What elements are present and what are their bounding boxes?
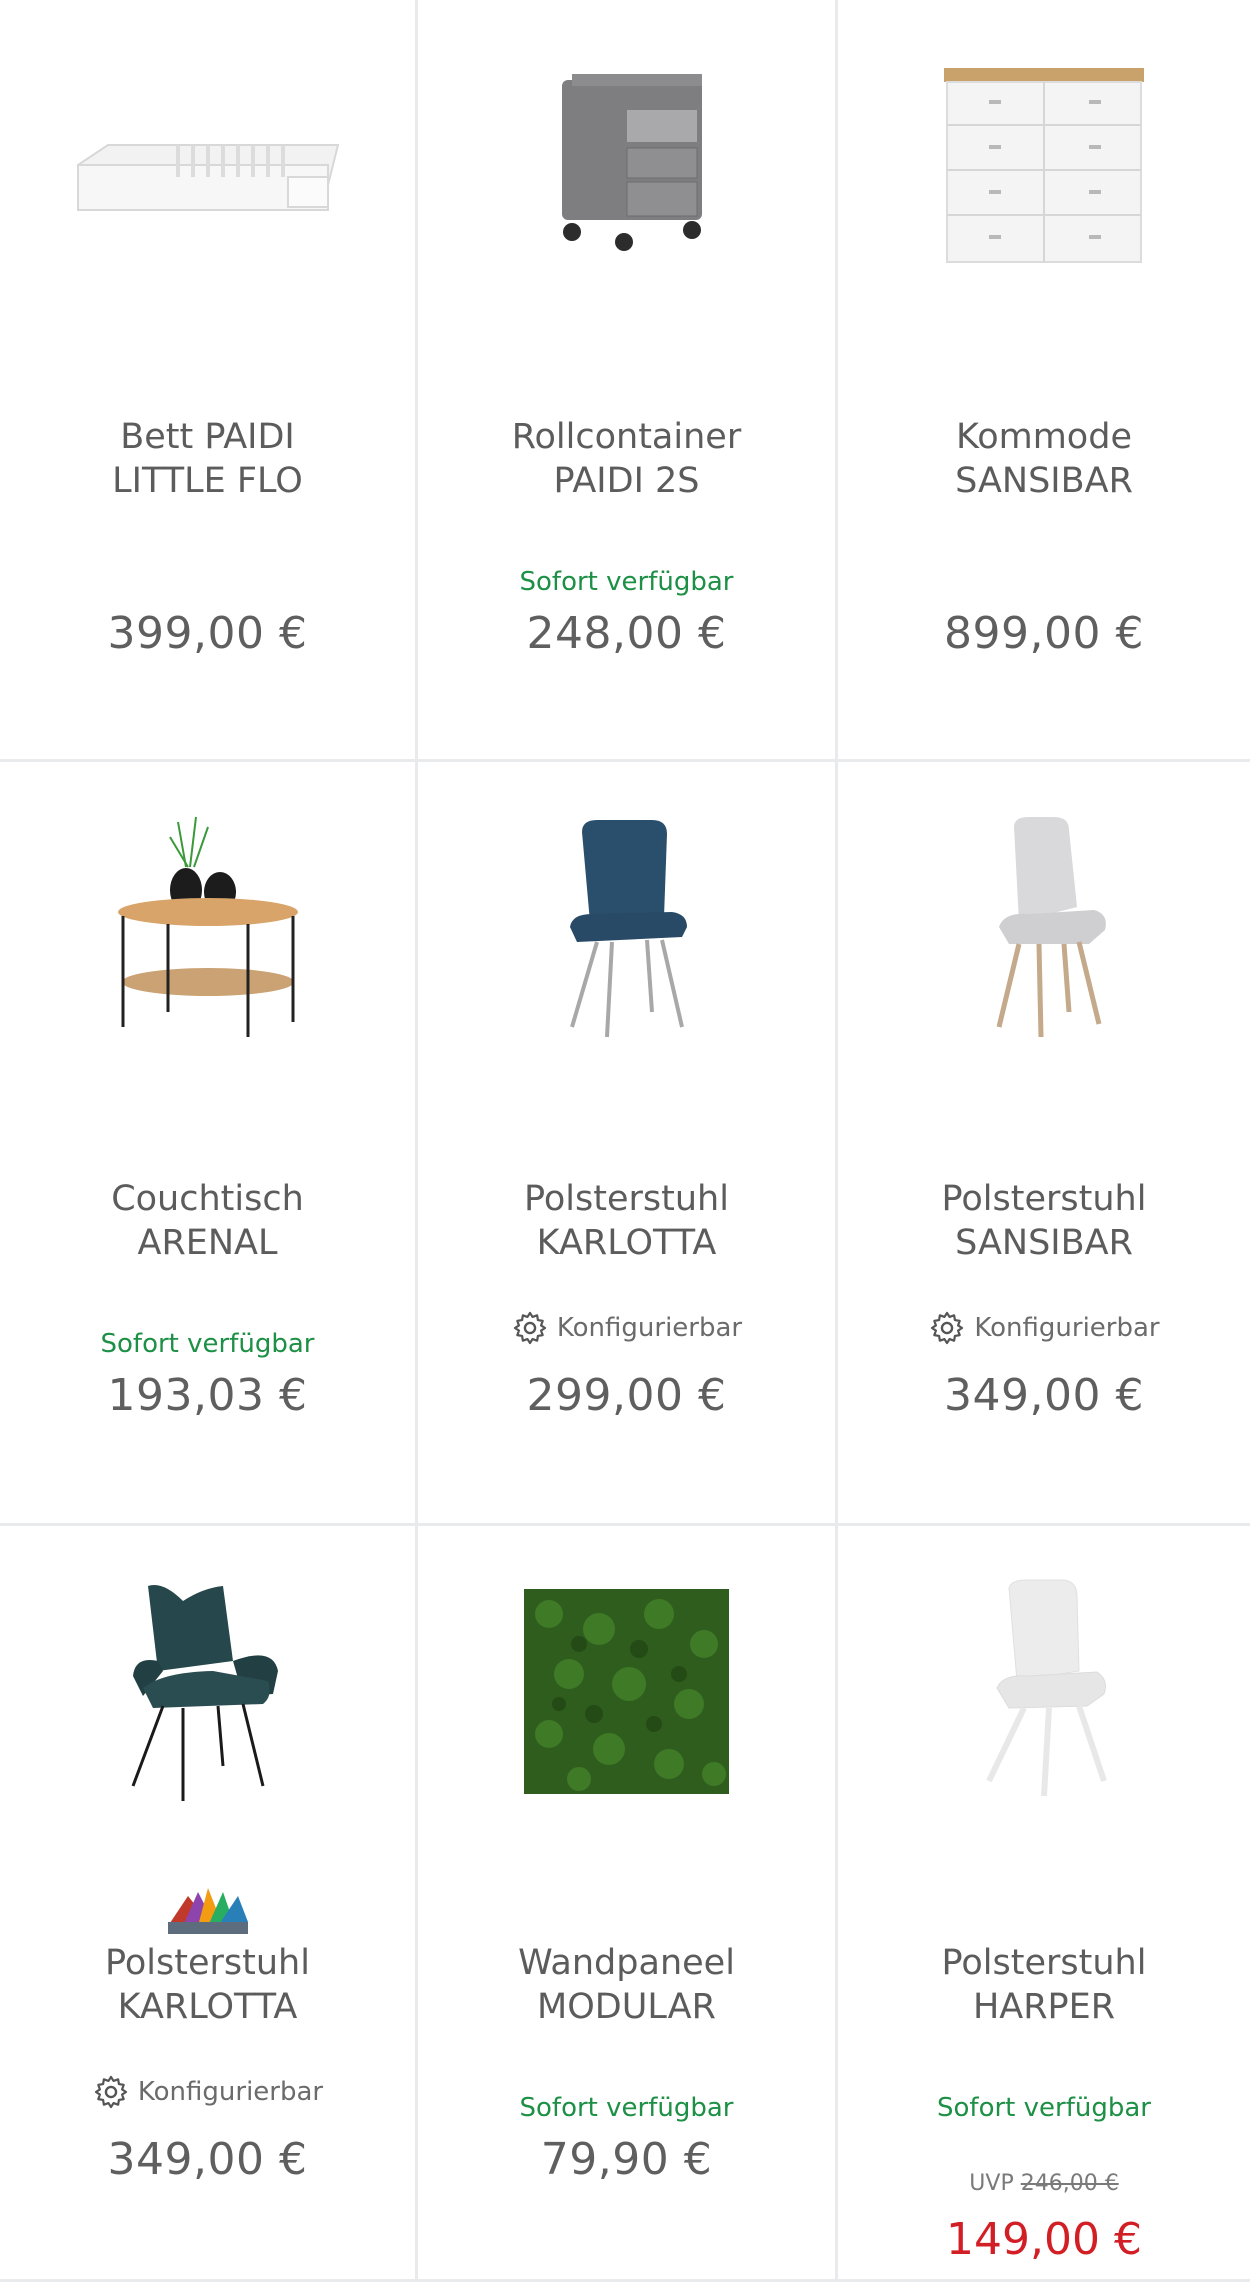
configurable-text: Konfigurierbar	[974, 1313, 1160, 1343]
sale-price: 149,00 €	[946, 2214, 1142, 2265]
product-image[interactable]	[0, 802, 415, 1052]
product-title[interactable]: Polsterstuhl SANSIBAR	[838, 1177, 1250, 1265]
product-image[interactable]	[0, 1566, 415, 1816]
product-name-line1: Polsterstuhl	[524, 1179, 729, 1219]
product-image[interactable]	[418, 40, 835, 290]
product-name-line2: MODULAR	[537, 1987, 716, 2027]
product-name-line1: Rollcontainer	[511, 417, 742, 457]
product-price: 79,90 €	[540, 2134, 713, 2185]
product-image[interactable]	[838, 1566, 1250, 1816]
armchair-icon	[131, 1585, 278, 1801]
product-card[interactable]: Rollcontainer PAIDI 2S Sofort verfügbar …	[418, 0, 838, 762]
product-grid: Bett PAIDI LITTLE FLO 399,00 € Rollconta…	[0, 0, 1250, 2282]
availability-label: Sofort verfügbar	[937, 2093, 1151, 2123]
chair-icon	[996, 817, 1106, 1038]
product-price: 349,00 €	[944, 1370, 1144, 1421]
product-price: 349,00 €	[107, 2134, 308, 2185]
bed-icon	[76, 144, 339, 211]
moss-panel-icon	[524, 1588, 729, 1794]
product-name-line2: KARLOTTA	[536, 1223, 717, 1263]
product-price: 899,00 €	[944, 608, 1144, 659]
product-title[interactable]: Couchtisch ARENAL	[0, 1177, 415, 1265]
product-price: 248,00 €	[526, 608, 727, 659]
product-price: 299,00 €	[526, 1370, 727, 1421]
gear-icon	[94, 2075, 128, 2109]
product-name-line2: KARLOTTA	[117, 1987, 298, 2027]
product-card[interactable]: Bett PAIDI LITTLE FLO 399,00 €	[0, 0, 418, 762]
configurable-label[interactable]: Konfigurierbar	[838, 1309, 1250, 1347]
product-card[interactable]: Couchtisch ARENAL Sofort verfügbar 193,0…	[0, 762, 418, 1526]
product-name-line1: Wandpaneel	[518, 1943, 735, 1983]
product-price: 193,03 €	[107, 1370, 308, 1421]
product-title[interactable]: Polsterstuhl KARLOTTA	[0, 1941, 415, 2029]
uvp-price: UVP 246,00 €	[838, 2171, 1250, 2196]
product-name-line2: SANSIBAR	[955, 1223, 1133, 1263]
product-card[interactable]: Polsterstuhl KARLOTTA Konfigurierbar 299…	[418, 762, 838, 1526]
product-name-line1: Polsterstuhl	[105, 1943, 310, 1983]
product-price: 399,00 €	[107, 608, 308, 659]
product-image[interactable]	[838, 40, 1250, 290]
product-title[interactable]: Kommode SANSIBAR	[838, 415, 1250, 503]
product-title[interactable]: Rollcontainer PAIDI 2S	[418, 415, 835, 503]
product-image[interactable]	[418, 1566, 835, 1816]
configurable-label[interactable]: Konfigurierbar	[0, 2073, 415, 2111]
product-name-line1: Bett PAIDI	[120, 417, 295, 457]
product-image[interactable]	[418, 802, 835, 1052]
product-title[interactable]: Bett PAIDI LITTLE FLO	[0, 415, 415, 503]
product-card[interactable]: Polsterstuhl HARPER Sofort verfügbar UVP…	[838, 1526, 1250, 2282]
product-title[interactable]: Wandpaneel MODULAR	[418, 1941, 835, 2029]
product-card[interactable]: Kommode SANSIBAR 899,00 €	[838, 0, 1250, 762]
configurable-label[interactable]: Konfigurierbar	[418, 1309, 835, 1347]
availability-label: Sofort verfügbar	[100, 1329, 315, 1359]
dresser-icon	[944, 68, 1144, 263]
product-image[interactable]	[0, 40, 415, 290]
product-name-line2: ARENAL	[137, 1223, 278, 1263]
product-card[interactable]: Wandpaneel MODULAR Sofort verfügbar 79,9…	[418, 1526, 838, 2282]
chair-icon	[986, 1579, 1107, 1797]
product-card[interactable]: Polsterstuhl SANSIBAR Konfigurierbar 349…	[838, 762, 1250, 1526]
product-name-line2: LITTLE FLO	[112, 461, 303, 501]
product-name-line1: Polsterstuhl	[941, 1943, 1147, 1983]
product-name-line2: PAIDI 2S	[553, 461, 700, 501]
product-title[interactable]: Polsterstuhl HARPER	[838, 1941, 1250, 2029]
product-name-line2: HARPER	[972, 1987, 1116, 2027]
uvp-old-price: 246,00 €	[1020, 2171, 1119, 2196]
availability-label: Sofort verfügbar	[519, 2093, 734, 2123]
gear-icon	[931, 1311, 964, 1345]
product-name-line1: Polsterstuhl	[941, 1179, 1147, 1219]
product-title[interactable]: Polsterstuhl KARLOTTA	[418, 1177, 835, 1265]
product-name-line1: Kommode	[956, 417, 1132, 457]
configurable-text: Konfigurierbar	[556, 1313, 743, 1343]
configurable-text: Konfigurierbar	[137, 2077, 324, 2107]
gear-icon	[513, 1311, 547, 1345]
chair-icon	[569, 820, 687, 1038]
product-name-line2: SANSIBAR	[955, 461, 1133, 501]
uvp-label: UVP	[969, 2171, 1014, 2196]
coffee-table-icon	[117, 816, 298, 1037]
rolling-container-icon	[561, 74, 702, 251]
availability-label: Sofort verfügbar	[519, 567, 734, 597]
product-image[interactable]	[838, 802, 1250, 1052]
product-card[interactable]: Polsterstuhl KARLOTTA Konfigurierbar 349…	[0, 1526, 418, 2282]
color-swatch-icon	[0, 1886, 415, 1938]
product-name-line1: Couchtisch	[111, 1179, 304, 1219]
